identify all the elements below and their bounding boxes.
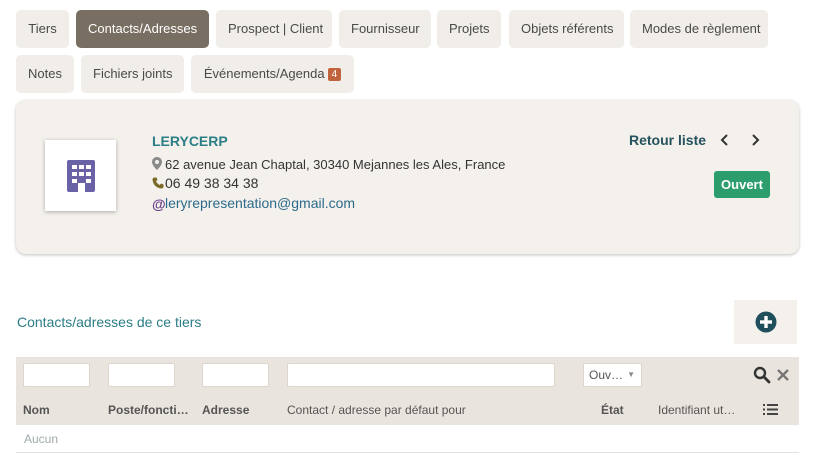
filter-nom-input[interactable]: [23, 363, 90, 387]
clear-filters-button[interactable]: [775, 366, 791, 384]
tab-label: Prospect | Client: [228, 21, 324, 36]
column-header-adresse[interactable]: Adresse: [202, 403, 249, 417]
empty-table-text: Aucun: [24, 432, 59, 446]
company-card: LERYCERP 62 avenue Jean Chaptal, 30340 M…: [16, 100, 799, 254]
column-header-nom[interactable]: Nom: [23, 403, 50, 417]
column-header-contact-default: Contact / adresse par défaut pour: [287, 403, 466, 417]
tab-label: Événements/Agenda: [203, 66, 325, 81]
plus-circle-icon: [755, 311, 776, 333]
company-address: 62 avenue Jean Chaptal, 30340 Mejannes l…: [152, 157, 505, 173]
next-record-button[interactable]: [748, 131, 762, 149]
table-row: Aucun: [16, 425, 799, 453]
tab-modes-de-reglement[interactable]: Modes de règlement: [630, 10, 768, 48]
tab-label: Projets: [449, 21, 490, 36]
caret-down-icon: ▼: [627, 370, 635, 379]
tab-label: Modes de règlement: [642, 21, 761, 36]
at-sign-icon: @: [152, 196, 166, 212]
company-name: LERYCERP: [152, 133, 228, 149]
column-header-identifiant[interactable]: Identifiant ut…: [658, 403, 735, 417]
back-to-list-link[interactable]: Retour liste: [629, 132, 706, 148]
email-link[interactable]: leryrepresentation@gmail.com: [165, 195, 355, 211]
phone-icon: [152, 176, 165, 192]
table-header: Nom Poste/foncti… Adresse Contact / adre…: [16, 394, 799, 425]
chevron-right-icon: [752, 134, 760, 146]
tab-label: Fournisseur: [351, 21, 420, 36]
company-phone: 06 49 38 34 38: [152, 175, 258, 192]
column-header-etat[interactable]: État: [601, 403, 624, 417]
tab-label: Fichiers joints: [93, 66, 173, 81]
company-logo: [45, 140, 116, 211]
event-count-badge: 4: [327, 68, 342, 81]
tab-contacts-adresses[interactable]: Contacts/Adresses: [76, 10, 209, 48]
column-header-poste[interactable]: Poste/foncti…: [108, 403, 189, 417]
filter-contact-default-input[interactable]: [287, 363, 555, 387]
search-button[interactable]: [753, 366, 771, 384]
tab-projets[interactable]: Projets: [437, 10, 501, 48]
tab-label: Objets référents: [521, 21, 614, 36]
contacts-section-title: Contacts/adresses de ce tiers: [17, 314, 202, 330]
filter-adresse-input[interactable]: [202, 363, 269, 387]
add-contact-button[interactable]: [734, 300, 797, 344]
building-icon: [66, 159, 95, 192]
tab-notes[interactable]: Notes: [16, 55, 74, 93]
tab-tiers[interactable]: Tiers: [16, 10, 69, 48]
map-marker-icon: [152, 157, 165, 173]
tab-evenements-agenda[interactable]: Événements/Agenda 4: [191, 55, 354, 93]
contacts-table: Ouv… ▼ Nom Poste/foncti… Adresse Contact…: [16, 357, 799, 453]
address-text: 62 avenue Jean Chaptal, 30340 Mejannes l…: [165, 157, 506, 172]
tab-label: Contacts/Adresses: [88, 21, 198, 36]
filter-status-select[interactable]: Ouv… ▼: [583, 363, 642, 387]
tab-prospect-client[interactable]: Prospect | Client: [216, 10, 332, 48]
search-icon: [753, 366, 771, 384]
filter-poste-input[interactable]: [108, 363, 175, 387]
chevron-left-icon: [720, 134, 728, 146]
filter-row: Ouv… ▼: [16, 357, 799, 394]
phone-text: 06 49 38 34 38: [165, 175, 259, 191]
company-email: @leryrepresentation@gmail.com: [152, 195, 355, 212]
tab-label: Notes: [28, 66, 62, 81]
tab-label: Tiers: [28, 21, 57, 36]
tab-fournisseur[interactable]: Fournisseur: [339, 10, 431, 48]
close-icon: [777, 369, 789, 381]
status-badge: Ouvert: [714, 171, 770, 198]
tab-objets-referents[interactable]: Objets référents: [509, 10, 624, 48]
column-selector-button[interactable]: [763, 403, 778, 416]
tab-fichiers-joints[interactable]: Fichiers joints: [81, 55, 184, 93]
list-columns-icon: [763, 404, 778, 415]
filter-status-value: Ouv…: [589, 368, 624, 382]
previous-record-button[interactable]: [718, 131, 732, 149]
